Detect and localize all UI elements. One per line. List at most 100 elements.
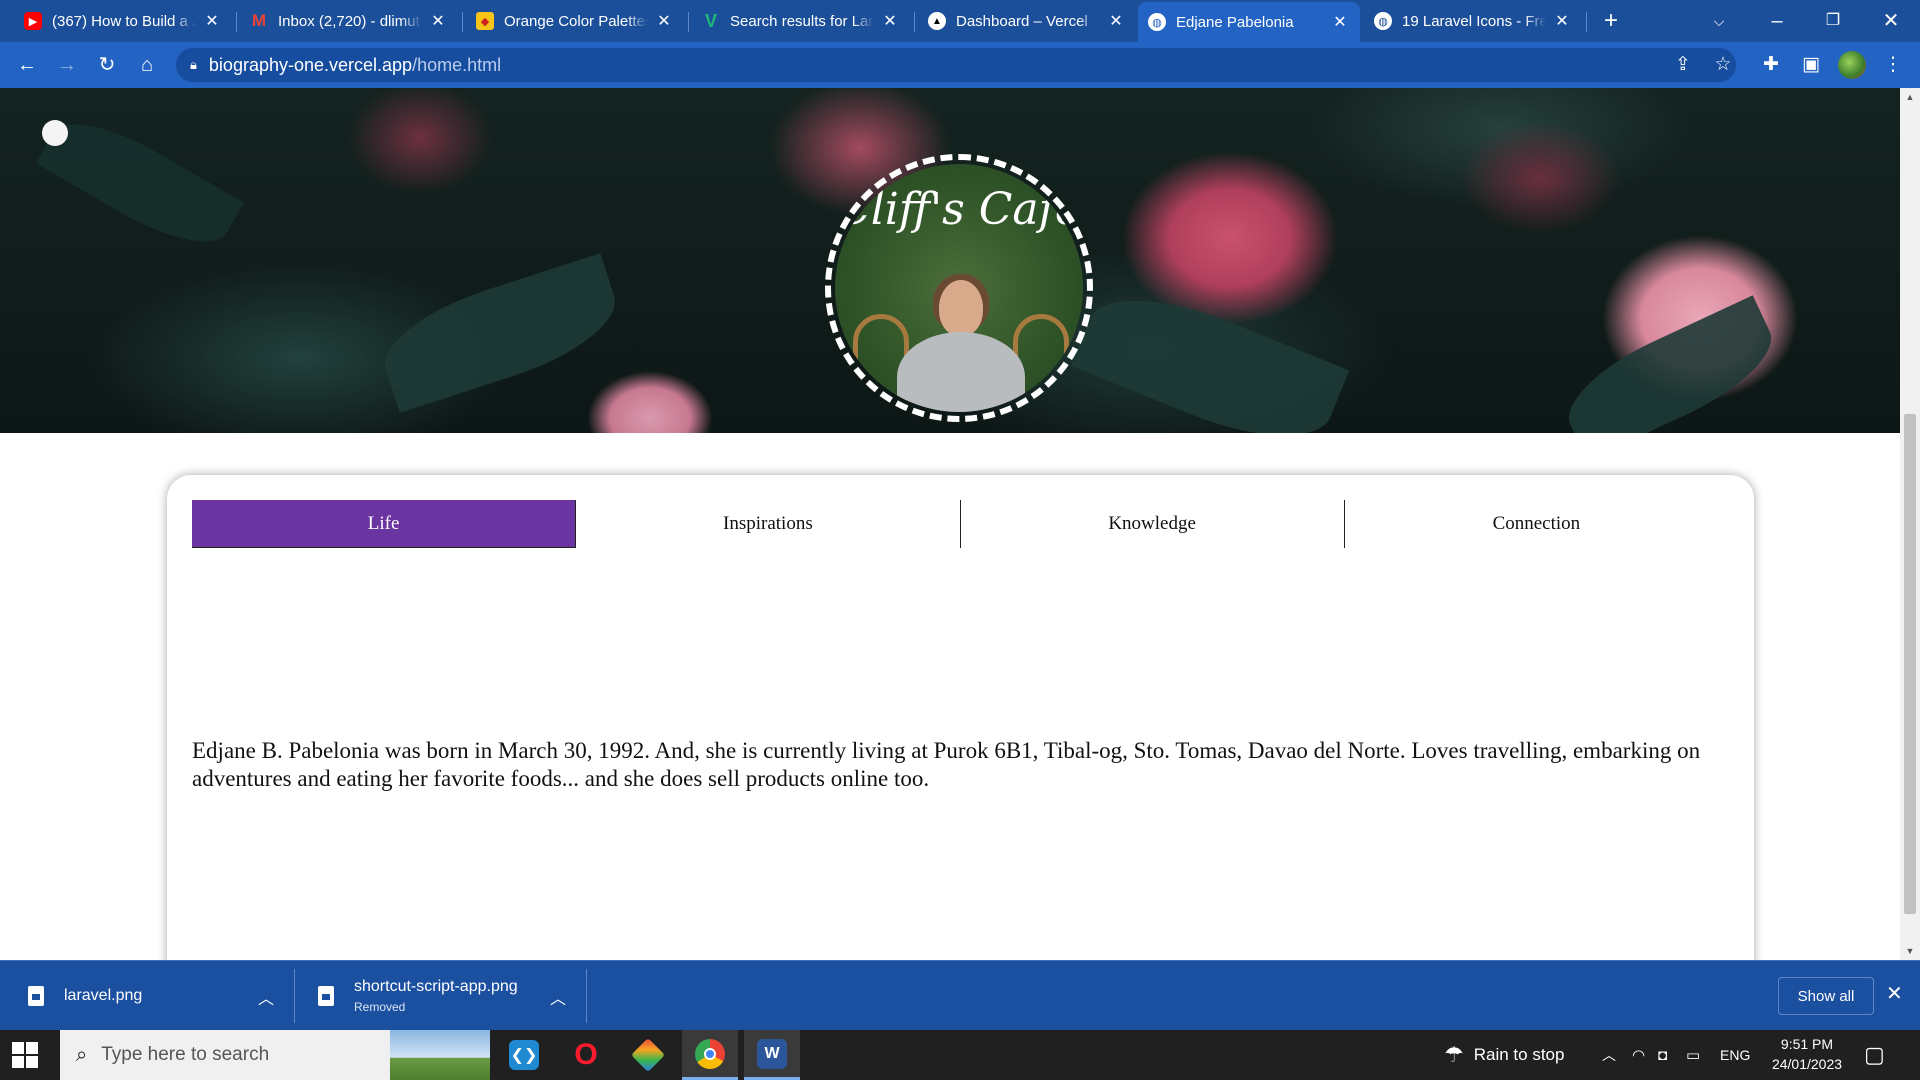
home-button[interactable]: ⌂ xyxy=(132,50,162,80)
hero-banner: Cliff's Cafe xyxy=(0,88,1900,433)
browser-tab-palettes[interactable]: ◆ Orange Color Palettes ✕ xyxy=(466,4,684,38)
lock-icon[interactable]: 🔒︎ xyxy=(190,57,197,73)
palette-icon: ◆ xyxy=(476,12,494,30)
vscode-icon: ❮❯ xyxy=(509,1040,539,1070)
scroll-up-arrow-icon[interactable]: ▲ xyxy=(1900,92,1920,102)
decorative-leaf xyxy=(1553,295,1787,433)
taskbar-app-opera[interactable]: O xyxy=(558,1030,614,1080)
scrollbar-thumb[interactable] xyxy=(1904,414,1916,914)
chevron-up-icon[interactable]: ︿ xyxy=(258,985,274,1009)
restore-button[interactable]: ❐ xyxy=(1818,6,1848,36)
browser-tab-youtube[interactable]: ▶ (367) How to Build a J ✕ xyxy=(14,4,232,38)
url-path: /home.html xyxy=(412,54,502,75)
vuetify-icon: V xyxy=(704,10,717,31)
language-indicator[interactable]: ENG xyxy=(1720,1030,1750,1080)
browser-menu-icon[interactable]: ⋮ xyxy=(1878,50,1908,80)
weather-widget[interactable]: ☂ Rain to stop xyxy=(1444,1030,1564,1080)
search-highlight-image xyxy=(390,1030,490,1080)
browser-tab-strip: ▶ (367) How to Build a J ✕ M Inbox (2,72… xyxy=(0,0,1920,42)
taskbar-app-git[interactable] xyxy=(620,1030,676,1080)
tab-title: (367) How to Build a J xyxy=(52,12,196,30)
reload-button[interactable]: ↻ xyxy=(92,50,122,80)
profile-photo: Cliff's Cafe xyxy=(835,164,1083,412)
page-scrollbar[interactable]: ▲ ▼ xyxy=(1900,88,1920,960)
download-filename: shortcut-script-app.png xyxy=(354,978,518,995)
close-window-button[interactable]: ✕ xyxy=(1876,6,1906,36)
section-tabs: Life Inspirations Knowledge Connection xyxy=(192,500,1728,548)
close-tab-icon[interactable]: ✕ xyxy=(1106,11,1126,31)
tab-divider xyxy=(462,12,463,32)
chevron-up-icon[interactable]: ︿ xyxy=(550,985,566,1009)
show-hidden-icons-chevron-icon[interactable]: ︿ xyxy=(1602,1030,1616,1080)
globe-icon: ◍ xyxy=(1374,12,1392,30)
address-bar[interactable]: 🔒︎ biography-one.vercel.app/home.html xyxy=(176,48,1736,82)
content-card: Life Inspirations Knowledge Connection E… xyxy=(167,475,1754,960)
tab-divider xyxy=(914,12,915,32)
browser-tab-edjane[interactable]: ◍ Edjane Pabelonia ✕ xyxy=(1138,2,1360,42)
vercel-icon: ▲ xyxy=(928,12,946,30)
tab-title: 19 Laravel Icons - Free xyxy=(1402,12,1546,30)
browser-tab-gmail[interactable]: M Inbox (2,720) - dlimut ✕ xyxy=(240,4,458,38)
browser-tab-laravel-icons[interactable]: ◍ 19 Laravel Icons - Free ✕ xyxy=(1364,4,1582,38)
close-tab-icon[interactable]: ✕ xyxy=(880,11,900,31)
bokeh-light xyxy=(42,120,68,146)
browser-toolbar: ← → ↻ ⌂ 🔒︎ biography-one.vercel.app/home… xyxy=(0,42,1920,88)
person-body xyxy=(897,332,1025,412)
wifi-icon[interactable]: ◠ xyxy=(1632,1030,1645,1080)
close-downloads-icon[interactable]: ✕ xyxy=(1886,981,1903,1006)
share-icon[interactable]: ⇪ xyxy=(1668,50,1698,80)
tab-inspirations[interactable]: Inspirations xyxy=(576,500,961,548)
scroll-down-arrow-icon[interactable]: ▼ xyxy=(1900,946,1920,956)
show-all-downloads-button[interactable]: Show all xyxy=(1778,977,1874,1015)
download-item-laravel[interactable]: laravel.png xyxy=(28,961,142,1031)
notifications-icon[interactable]: ▢ xyxy=(1864,1030,1885,1080)
umbrella-icon: ☂ xyxy=(1444,1042,1464,1067)
bookmark-star-icon[interactable]: ☆ xyxy=(1708,50,1738,80)
new-tab-button[interactable]: + xyxy=(1596,6,1626,36)
tab-title: Search results for Lara xyxy=(730,12,874,30)
forward-button[interactable]: → xyxy=(52,50,82,80)
side-panel-icon[interactable]: ▣ xyxy=(1796,50,1826,80)
download-item-shortcut-script[interactable]: shortcut-script-app.png Removed xyxy=(318,961,518,1031)
close-tab-icon[interactable]: ✕ xyxy=(654,11,674,31)
decorative-leaf xyxy=(35,102,245,264)
youtube-icon: ▶ xyxy=(24,12,42,30)
search-icon: ⌕ xyxy=(76,1043,88,1066)
decorative-leaf xyxy=(1070,272,1350,433)
tab-connection[interactable]: Connection xyxy=(1345,500,1728,548)
browser-tab-search-results[interactable]: V Search results for Lara ✕ xyxy=(692,4,910,38)
tab-life[interactable]: Life xyxy=(192,500,577,548)
profile-photo-frame: Cliff's Cafe xyxy=(825,154,1093,422)
chrome-icon xyxy=(695,1038,725,1069)
word-icon: W xyxy=(757,1038,787,1069)
taskbar-search-box[interactable]: ⌕ Type here to search xyxy=(60,1030,490,1080)
camera-icon[interactable]: ◘ xyxy=(1658,1030,1667,1080)
close-tab-icon[interactable]: ✕ xyxy=(202,11,222,31)
tab-title: Inbox (2,720) - dlimut xyxy=(278,12,420,30)
close-tab-icon[interactable]: ✕ xyxy=(1552,11,1572,31)
download-divider xyxy=(294,969,295,1023)
close-tab-icon[interactable]: ✕ xyxy=(1330,12,1350,32)
system-clock[interactable]: 9:51 PM 24/01/2023 xyxy=(1762,1034,1852,1074)
browser-tab-vercel[interactable]: ▲ Dashboard – Vercel ✕ xyxy=(918,4,1136,38)
tab-knowledge[interactable]: Knowledge xyxy=(961,500,1345,548)
back-button[interactable]: ← xyxy=(12,50,42,80)
windows-start-icon[interactable] xyxy=(12,1042,38,1068)
opera-icon: O xyxy=(574,1038,598,1071)
downloads-bar: laravel.png ︿ shortcut-script-app.png Re… xyxy=(0,960,1920,1030)
extensions-icon[interactable]: ✚ xyxy=(1756,50,1786,80)
download-divider xyxy=(586,969,587,1023)
close-tab-icon[interactable]: ✕ xyxy=(428,11,448,31)
taskbar-app-vscode[interactable]: ❮❯ xyxy=(496,1030,552,1080)
gmail-icon: M xyxy=(251,11,267,30)
profile-avatar[interactable] xyxy=(1838,51,1866,79)
minimize-button[interactable]: – xyxy=(1762,6,1792,36)
tab-search-chevron-icon[interactable]: ⌵ xyxy=(1704,6,1734,36)
tab-title: Edjane Pabelonia xyxy=(1176,13,1294,31)
battery-icon[interactable]: ▭ xyxy=(1686,1030,1700,1080)
taskbar-app-word[interactable]: W xyxy=(744,1030,800,1080)
biography-text: Edjane B. Pabelonia was born in March 30… xyxy=(192,738,1701,791)
taskbar-app-chrome[interactable] xyxy=(682,1030,738,1080)
tab-divider xyxy=(236,12,237,32)
weather-text: Rain to stop xyxy=(1473,1045,1565,1064)
